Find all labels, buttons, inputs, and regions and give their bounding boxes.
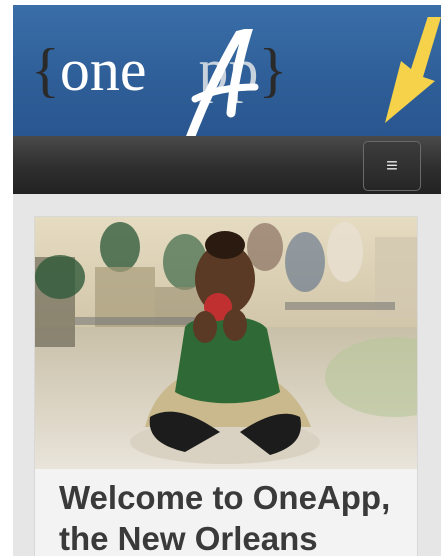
hamburger-icon: ≡	[386, 155, 398, 177]
main-content: Welcome to OneApp, the New Orleans	[13, 194, 441, 556]
hero-image	[35, 217, 417, 469]
menu-toggle-button[interactable]: ≡	[363, 141, 421, 191]
oneapp-logo[interactable]: {one pp}	[31, 25, 288, 136]
logo-one-text: one	[59, 37, 147, 103]
app-frame: {one pp} ≡ Welcome to OneApp, the New Or…	[13, 5, 441, 556]
welcome-heading: Welcome to OneApp, the New Orleans	[59, 479, 391, 556]
navbar: ≡	[13, 136, 441, 194]
logo-brace-open: {	[31, 37, 60, 103]
hero-photo	[35, 217, 417, 469]
welcome-card: Welcome to OneApp, the New Orleans	[34, 216, 418, 556]
site-header: {one pp}	[13, 5, 441, 136]
logo-brace-close: }	[258, 37, 288, 103]
logo-script-a	[186, 29, 259, 136]
yellow-arrow-icon	[385, 17, 441, 123]
